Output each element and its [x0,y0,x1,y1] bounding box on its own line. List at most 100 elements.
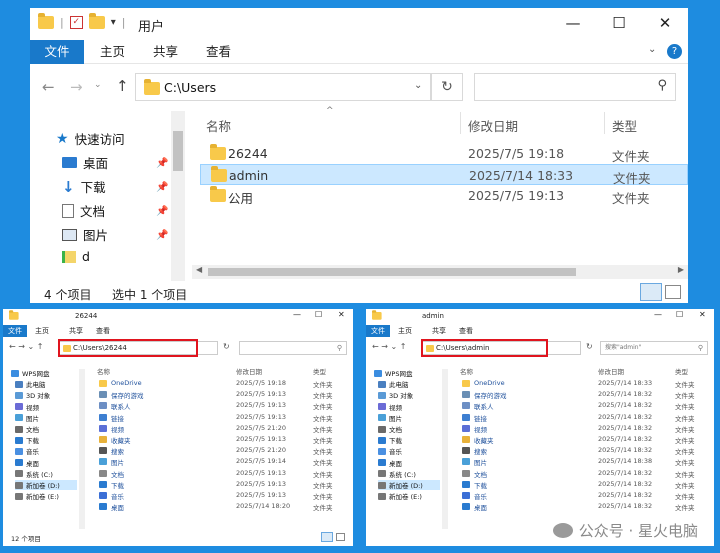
nav-scrollbar[interactable] [171,111,185,281]
tab-file[interactable]: 文件 [366,325,390,337]
quick-access-dropdown-icon[interactable]: ▾ [111,17,116,28]
new-folder-icon[interactable] [88,13,105,29]
table-row[interactable]: 文档 2025/7/14 18:32 文件夹 [456,468,706,479]
table-row[interactable]: 搜索 2025/7/14 18:32 文件夹 [456,445,706,456]
refresh-button[interactable]: ↻ [431,73,463,101]
table-row[interactable]: 图片 2025/7/5 19:14 文件夹 [93,456,343,467]
table-row[interactable]: 文档 2025/7/5 19:13 文件夹 [93,468,343,479]
column-type[interactable]: 类型 [612,116,637,135]
table-row[interactable]: 图片 2025/7/14 18:38 文件夹 [456,456,706,467]
nav-item[interactable]: 新加卷 (E:) [378,491,422,501]
nav-item[interactable]: 3D 对象 [378,390,413,400]
tab-view[interactable]: 查看 [96,325,110,337]
scrollbar-thumb[interactable] [173,131,183,171]
nav-scrollbar[interactable] [79,369,85,529]
large-icons-view-button[interactable] [336,533,345,541]
nav-item[interactable]: 图片 [15,413,39,423]
tab-share[interactable]: 共享 [69,325,83,337]
maximize-button[interactable]: ☐ [315,310,322,319]
search-input[interactable]: ⚲ [474,73,676,101]
nav-item[interactable]: 视频 [15,402,39,412]
table-row[interactable]: 搜索 2025/7/5 21:20 文件夹 [93,445,343,456]
table-row[interactable]: 保存的游戏 2025/7/14 18:32 文件夹 [456,389,706,400]
nav-documents[interactable]: 文档 [62,201,105,220]
nav-item[interactable]: 文档 [378,424,402,434]
nav-item[interactable]: 图片 [378,413,402,423]
scrollbar-thumb[interactable] [208,268,576,276]
up-arrow-icon[interactable]: ↑ [116,77,129,95]
nav-item[interactable]: 新加卷 (D:) [15,480,77,490]
table-row[interactable]: OneDrive 2025/7/14 18:33 文件夹 [456,378,706,389]
tab-file[interactable]: 文件 [30,40,84,64]
column-date[interactable]: 修改日期 [468,116,518,135]
tab-view[interactable]: 查看 [459,325,473,337]
nav-item[interactable]: 下载 [15,435,39,445]
ribbon-expand-icon[interactable]: ⌄ [648,44,656,55]
nav-scrollbar[interactable] [442,369,448,529]
table-row[interactable]: 下载 2025/7/5 19:13 文件夹 [93,479,343,490]
back-arrow-icon[interactable]: ← → ⌄ ↑ [372,342,406,351]
close-button[interactable]: ✕ [642,8,688,40]
table-row[interactable]: 桌面 2025/7/14 18:32 文件夹 [456,501,706,512]
table-row[interactable]: 桌面 2025/7/14 18:20 文件夹 [93,501,343,512]
column-type[interactable]: 类型 [313,366,326,376]
maximize-button[interactable]: ☐ [676,310,683,319]
forward-arrow-icon[interactable]: → [70,78,83,96]
table-row[interactable]: 音乐 2025/7/14 18:32 文件夹 [456,490,706,501]
nav-item[interactable]: 桌面 [15,458,39,468]
close-button[interactable]: ✕ [699,310,706,319]
table-row[interactable]: 收藏夹 2025/7/14 18:32 文件夹 [456,434,706,445]
nav-item[interactable]: 3D 对象 [15,390,50,400]
nav-quick-access[interactable]: ★ 快速访问 [56,129,125,148]
back-arrow-icon[interactable]: ← → ⌄ ↑ [9,342,43,351]
nav-d[interactable]: d [62,249,90,264]
tab-file[interactable]: 文件 [3,325,27,337]
address-dropdown-icon[interactable]: ⌄ [414,80,422,91]
tab-home[interactable]: 主页 [398,325,412,337]
maximize-button[interactable]: ☐ [596,8,642,40]
nav-item[interactable]: WPS网盘 [11,368,49,378]
column-date[interactable]: 修改日期 [236,366,262,376]
recent-dropdown-icon[interactable]: ⌄ [94,80,102,90]
tab-share[interactable]: 共享 [141,40,190,64]
nav-item[interactable]: 视频 [378,402,402,412]
minimize-button[interactable]: — [550,8,596,40]
table-row[interactable]: 保存的游戏 2025/7/5 19:13 文件夹 [93,389,343,400]
table-row[interactable]: 下载 2025/7/14 18:32 文件夹 [456,479,706,490]
details-view-button[interactable] [321,532,333,542]
table-row[interactable]: 音乐 2025/7/5 19:13 文件夹 [93,490,343,501]
nav-item[interactable]: 此电脑 [15,379,46,389]
nav-item[interactable]: 桌面 [378,458,402,468]
table-row-selected[interactable]: admin 2025/7/14 18:33 文件夹 [200,164,688,186]
scroll-left-icon[interactable]: ◀ [196,265,202,274]
details-view-button[interactable] [640,283,662,301]
refresh-icon[interactable]: ↻ [586,342,593,351]
horizontal-scrollbar[interactable]: ◀ ▶ [192,265,688,279]
search-input[interactable]: ⚲ [239,341,347,355]
nav-item[interactable]: 新加卷 (E:) [15,491,59,501]
nav-item[interactable]: 新加卷 (D:) [378,480,440,490]
tab-view[interactable]: 查看 [194,40,243,64]
scroll-right-icon[interactable]: ▶ [678,265,684,274]
search-input[interactable]: 搜索"admin" ⚲ [600,341,708,355]
table-row[interactable]: 26244 2025/7/5 19:18 文件夹 [200,143,688,164]
table-row[interactable]: 视频 2025/7/5 21:20 文件夹 [93,423,343,434]
help-icon[interactable]: ? [667,44,682,59]
properties-icon[interactable]: ✓ [69,16,83,29]
nav-item[interactable]: 下载 [378,435,402,445]
minimize-button[interactable]: — [293,310,301,319]
tab-share[interactable]: 共享 [432,325,446,337]
nav-item[interactable]: WPS网盘 [374,368,412,378]
nav-downloads[interactable]: ↓ 下载 [62,177,106,196]
close-button[interactable]: ✕ [338,310,345,319]
nav-item[interactable]: 音乐 [378,446,402,456]
table-row[interactable]: 联系人 2025/7/14 18:32 文件夹 [456,400,706,411]
column-name[interactable]: 名称 [206,116,231,135]
nav-item[interactable]: 系统 (C:) [15,469,53,479]
nav-item[interactable]: 系统 (C:) [378,469,416,479]
table-row[interactable]: 链接 2025/7/5 19:13 文件夹 [93,412,343,423]
table-row[interactable]: 链接 2025/7/14 18:32 文件夹 [456,412,706,423]
large-icons-view-button[interactable] [665,285,681,299]
column-name[interactable]: 名称 [460,366,473,376]
nav-item[interactable]: 文档 [15,424,39,434]
